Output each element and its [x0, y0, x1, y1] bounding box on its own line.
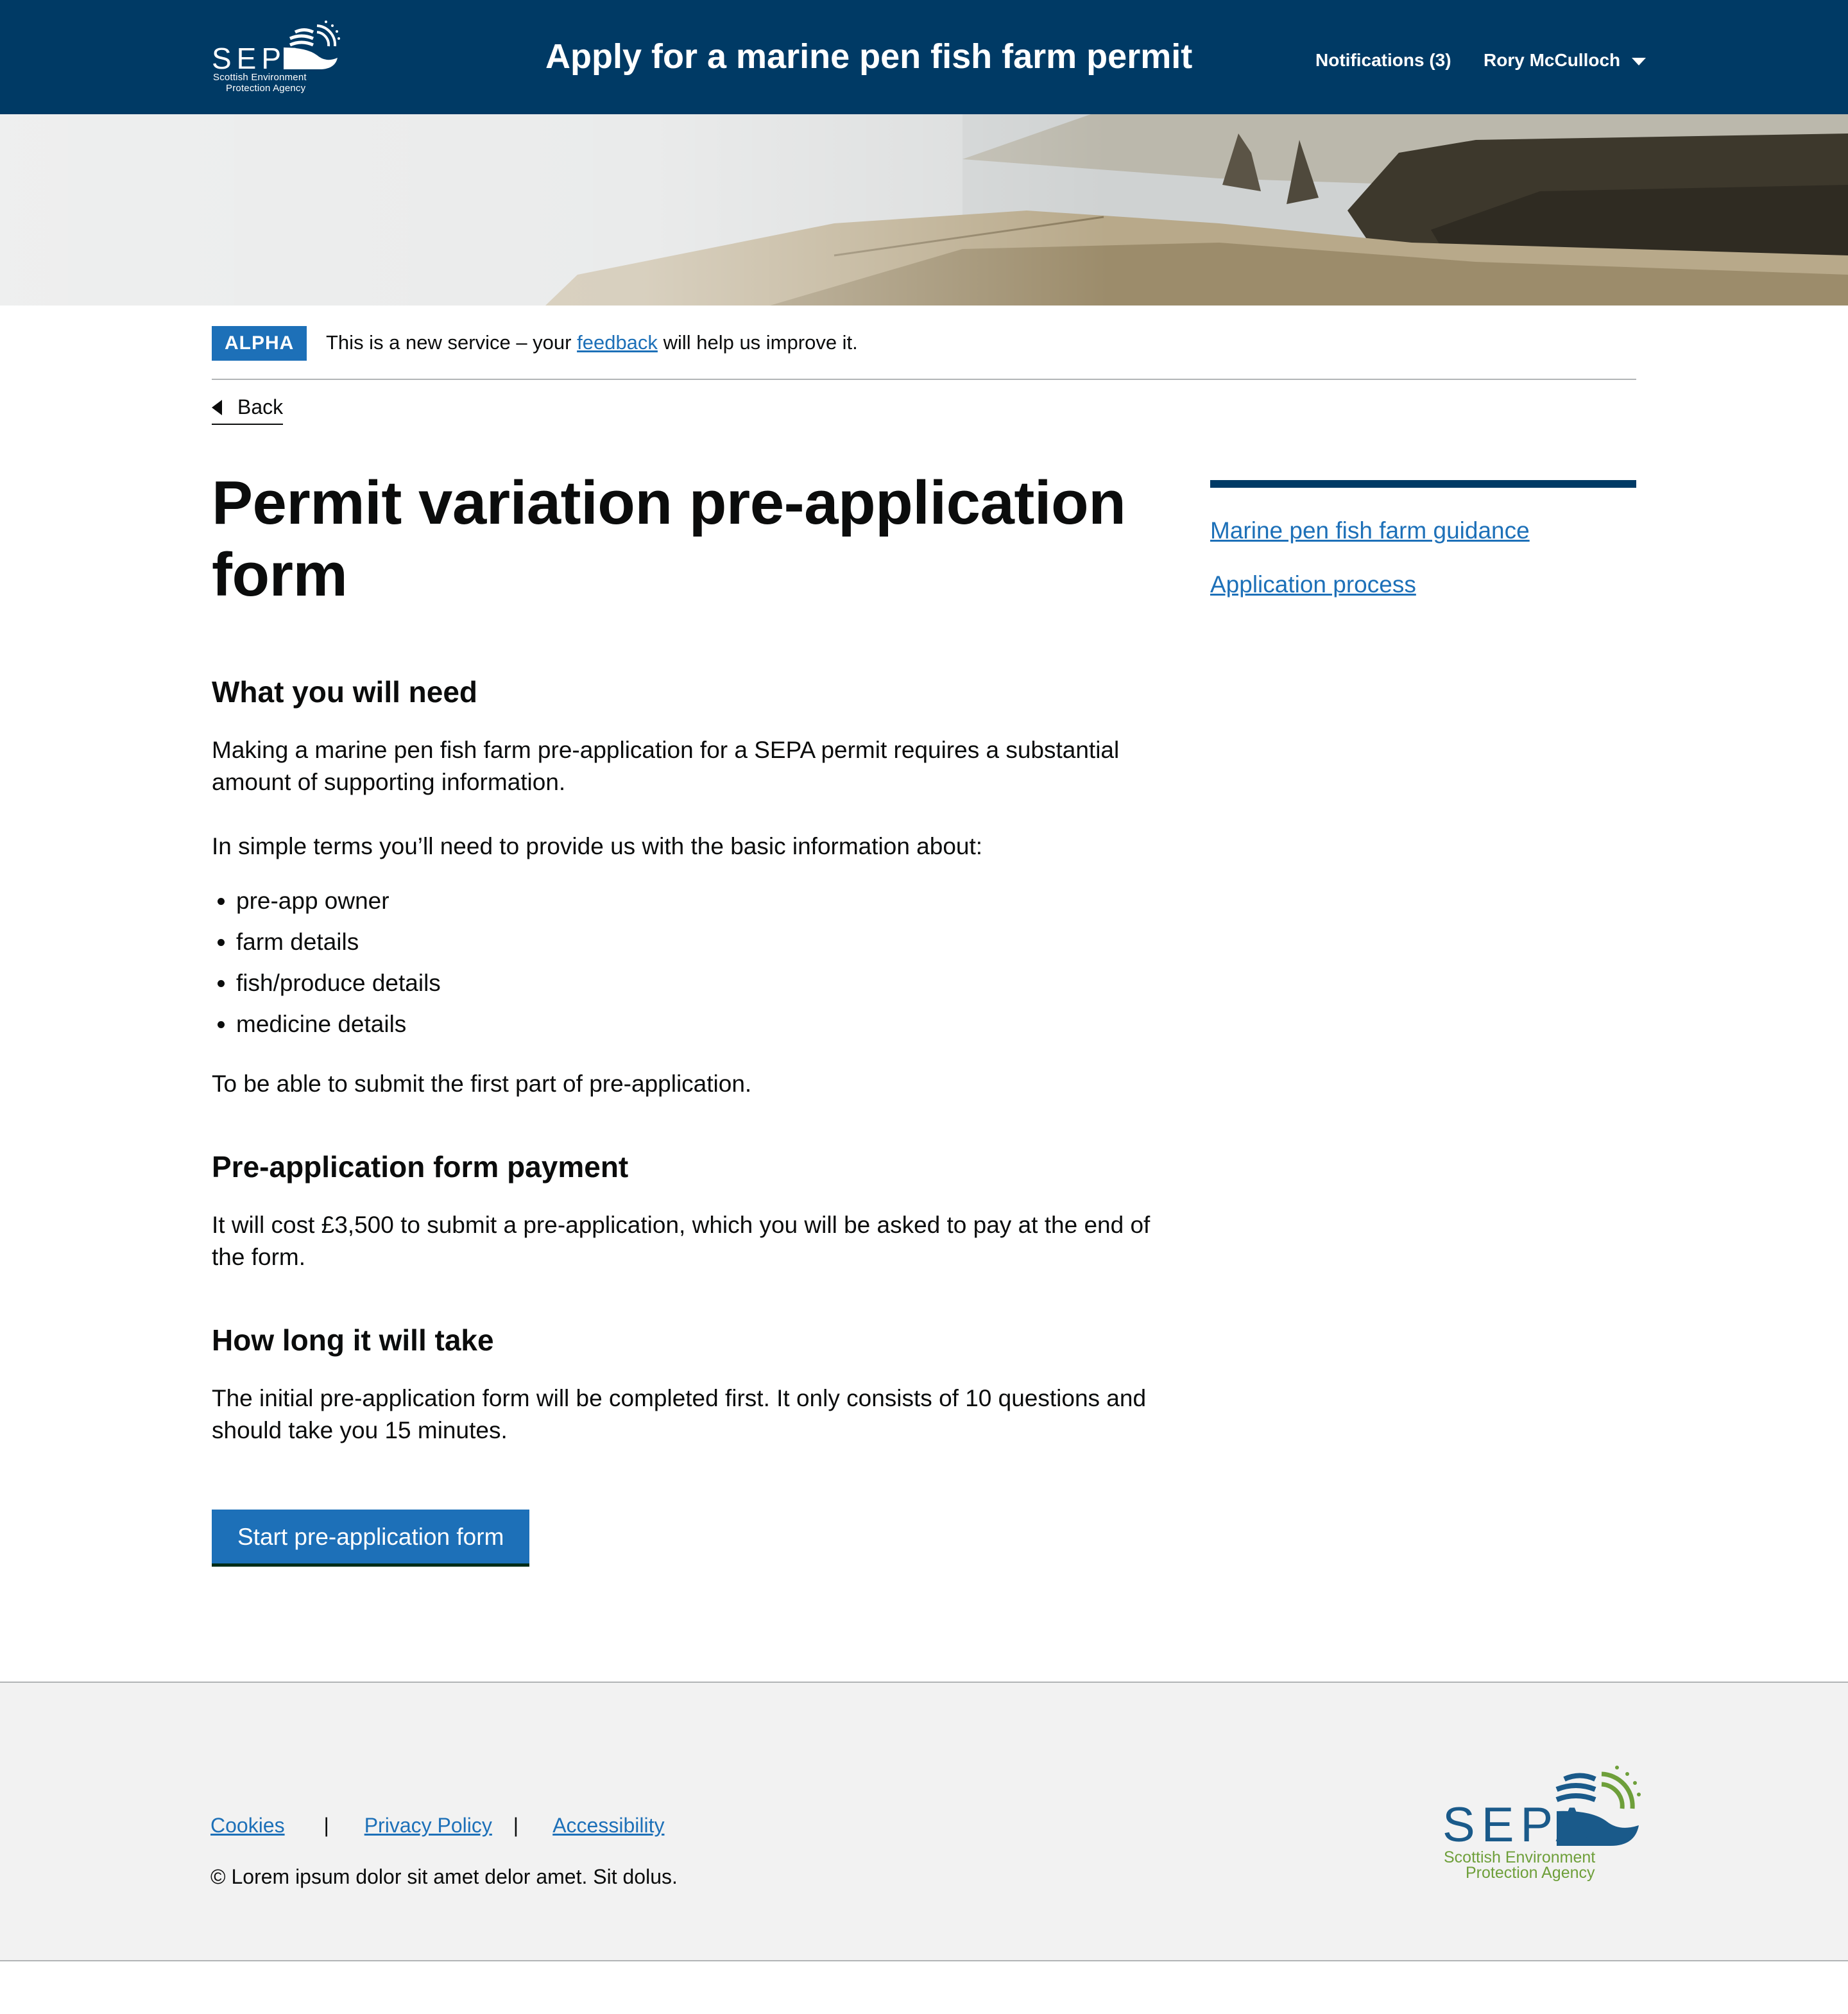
- start-pre-application-button[interactable]: Start pre-application form: [212, 1510, 530, 1563]
- payment-paragraph: It will cost £3,500 to submit a pre-appl…: [212, 1212, 1151, 1270]
- privacy-policy-link[interactable]: Privacy Policy: [364, 1814, 492, 1837]
- footer-separator: |: [513, 1814, 519, 1837]
- logo-subtitle: Scottish Environment Protection Agency: [213, 72, 307, 94]
- guidance-link[interactable]: Marine pen fish farm guidance: [1210, 515, 1530, 547]
- need-paragraph-2: In simple terms you’ll need to provide u…: [212, 833, 983, 859]
- list-item: fish/produce details: [236, 963, 441, 1004]
- logo-wordmark: SEPA: [1442, 1798, 1595, 1852]
- cookies-link[interactable]: Cookies: [210, 1814, 285, 1837]
- logo-wordmark: SEPA: [212, 42, 309, 75]
- copyright-text: © Lorem ipsum dolor sit amet delor amet.…: [210, 1865, 678, 1888]
- sepa-logo[interactable]: SEPA Scottish Environment Protection Age…: [212, 19, 340, 96]
- back-link-label: Back: [237, 395, 284, 418]
- footer-links: Cookies | Privacy Policy | Accessibility: [210, 1811, 664, 1839]
- phase-tag: ALPHA: [212, 326, 307, 361]
- site-header: SEPA Scottish Environment Protection Age…: [0, 0, 1848, 114]
- site-footer: Cookies | Privacy Policy | Accessibility…: [0, 1682, 1848, 1961]
- footer-separator: |: [323, 1814, 329, 1837]
- how-long-paragraph: The initial pre-application form will be…: [212, 1385, 1147, 1443]
- need-paragraph-1: Making a marine pen fish farm pre-applic…: [212, 737, 1120, 795]
- notifications-link[interactable]: Notifications (3): [1315, 50, 1451, 71]
- list-item: medicine details: [236, 1004, 441, 1045]
- list-item: farm details: [236, 922, 441, 963]
- need-list: pre-app owner farm details fish/produce …: [212, 881, 441, 1045]
- feedback-link[interactable]: feedback: [577, 331, 658, 354]
- phase-banner: ALPHA This is a new service – your feedb…: [212, 325, 1636, 380]
- logo-subtitle: Scottish Environment Protection Agency: [1444, 1848, 1596, 1882]
- how-long-heading: How long it will take: [212, 1323, 494, 1357]
- payment-heading: Pre-application form payment: [212, 1150, 629, 1183]
- hero-image: [0, 114, 1848, 306]
- footer-sepa-logo[interactable]: SEPA Scottish Environment Protection Age…: [1442, 1764, 1641, 1886]
- main-content: Permit variation pre-application form Wh…: [212, 467, 1161, 1563]
- list-item: pre-app owner: [236, 881, 441, 922]
- page-title: Permit variation pre-application form: [212, 469, 1126, 609]
- need-paragraph-3: To be able to submit the first part of p…: [212, 1071, 752, 1097]
- application-process-link[interactable]: Application process: [1210, 569, 1416, 601]
- what-you-need-heading: What you will need: [212, 675, 478, 709]
- back-link[interactable]: Back: [212, 393, 284, 425]
- user-menu[interactable]: Rory McCulloch: [1484, 50, 1647, 71]
- chevron-down-icon: [1632, 57, 1647, 65]
- accessibility-link[interactable]: Accessibility: [552, 1814, 664, 1837]
- phase-banner-text: This is a new service – your feedback wi…: [326, 331, 858, 354]
- related-links: Marine pen fish farm guidance Applicatio…: [1210, 480, 1636, 598]
- user-name: Rory McCulloch: [1484, 50, 1621, 70]
